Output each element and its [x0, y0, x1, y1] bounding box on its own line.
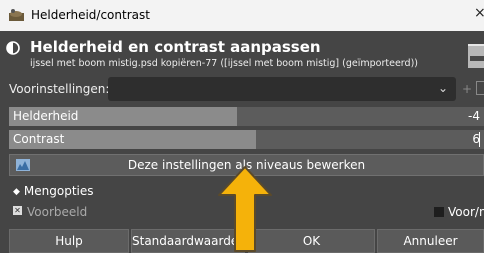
brightness-slider[interactable]: Helderheid -4 [9, 107, 484, 126]
add-preset-button[interactable]: + [462, 82, 472, 96]
dialog-subtitle: ijssel met boom mistig.psd kopiëren-77 (… [30, 58, 418, 69]
blend-options-label: Mengopties [23, 184, 94, 198]
close-icon[interactable]: × [474, 5, 484, 21]
image-thumbnail [468, 44, 484, 68]
contrast-value[interactable]: 6 [472, 132, 480, 146]
brightness-contrast-icon [6, 41, 20, 55]
cancel-button[interactable]: Annuleer [377, 229, 484, 253]
presets-dropdown[interactable]: ⌄ [108, 77, 456, 101]
help-button[interactable]: Hulp [9, 229, 129, 253]
chevron-down-icon: ⌄ [437, 81, 448, 95]
dialog-title: Helderheid en contrast aanpassen [30, 38, 321, 56]
presets-menu-icon[interactable] [476, 81, 484, 95]
preview-checkbox[interactable]: ✕ [13, 206, 22, 215]
split-view-label: Voor/n [448, 205, 484, 219]
window-titlebar: Helderheid/contrast × [0, 0, 484, 31]
expander-arrow-icon: ◆ [13, 187, 20, 197]
gimp-app-icon [9, 9, 24, 21]
annotation-arrow-up [218, 166, 272, 252]
contrast-slider[interactable]: Contrast 6 [9, 130, 484, 149]
window-title: Helderheid/contrast [31, 8, 150, 22]
blend-options-expander[interactable]: ◆ Mengopties [13, 184, 94, 198]
contrast-label: Contrast [13, 132, 65, 146]
brightness-value[interactable]: -4 [468, 109, 480, 123]
brightness-label: Helderheid [13, 109, 79, 123]
presets-label: Voorinstellingen: [9, 82, 110, 96]
preview-label: Voorbeeld [27, 205, 88, 219]
split-view-checkbox[interactable] [434, 207, 444, 217]
